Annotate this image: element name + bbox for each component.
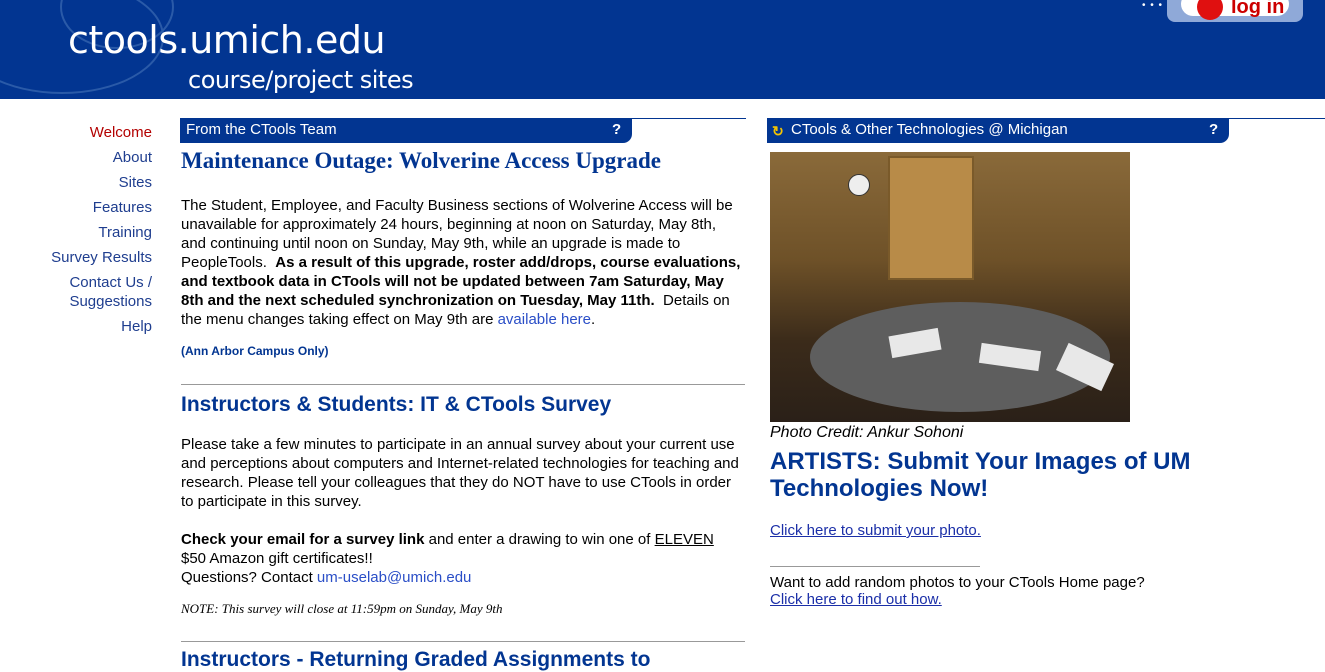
portlet-header-technologies: ↻ CTools & Other Technologies @ Michigan… (767, 118, 1229, 143)
article-body: Please take a few minutes to participate… (181, 436, 739, 510)
photo-column: Photo Credit: Ankur Sohoni ARTISTS: Subm… (770, 152, 1210, 609)
find-out-how-link[interactable]: Click here to find out how. (770, 591, 942, 608)
email-link[interactable]: um-uselab@umich.edu (317, 569, 471, 586)
login-pill[interactable]: log in (1181, 0, 1289, 20)
article-text: . (591, 311, 596, 328)
portlet-title: From the CTools Team (186, 121, 337, 138)
help-icon[interactable]: ? (612, 121, 621, 138)
article-underline-text: ELEVEN (654, 531, 714, 548)
article-title: Instructors - Returning Graded Assignmen… (181, 648, 651, 671)
campus-note: (Ann Arbor Campus Only) (181, 344, 329, 358)
photo-clock (848, 174, 870, 196)
portlet-header-ctools-team: From the CTools Team ? (180, 118, 632, 143)
article-title: Instructors & Students: IT & CTools Surv… (181, 393, 612, 416)
article-text: and enter a drawing to win one of (428, 531, 651, 548)
artists-heading: ARTISTS: Submit Your Images of UM Techno… (770, 448, 1191, 502)
photo-window (888, 156, 974, 280)
site-subtitle: course/project sites (188, 66, 414, 94)
article-body: Check your email for a survey link and e… (181, 530, 741, 587)
article-bold-text: Check your email for a survey link (181, 531, 425, 548)
article-text: Questions? Contact (181, 569, 313, 586)
left-nav: Welcome About Sites Features Training Su… (0, 120, 152, 339)
nav-help[interactable]: Help (0, 314, 152, 339)
portlet-title: CTools & Other Technologies @ Michigan (791, 121, 1068, 138)
login-button[interactable]: log in (1167, 0, 1303, 22)
site-header: ctools.umich.edu course/project sites • … (0, 0, 1325, 99)
help-icon[interactable]: ? (1209, 121, 1218, 138)
random-photos-question: Want to add random photos to your CTools… (770, 574, 1145, 591)
power-icon (1197, 0, 1223, 20)
submit-photo-link[interactable]: Click here to submit your photo. (770, 522, 981, 539)
login-label[interactable]: log in (1231, 0, 1284, 19)
article-body: The Student, Employee, and Faculty Busin… (181, 196, 741, 329)
featured-photo[interactable] (770, 152, 1130, 422)
photo-credit: Photo Credit: Ankur Sohoni (770, 424, 964, 441)
divider (770, 566, 980, 567)
nav-welcome[interactable]: Welcome (0, 120, 152, 145)
divider (181, 384, 745, 385)
divider (181, 641, 745, 642)
article-title: Maintenance Outage: Wolverine Access Upg… (181, 148, 661, 173)
login-dots-icon: • • • (1142, 0, 1164, 11)
nav-training[interactable]: Training (0, 220, 152, 245)
article-text: $50 Amazon gift certificates!! (181, 550, 373, 567)
survey-note: NOTE: This survey will close at 11:59pm … (181, 601, 503, 616)
nav-contact-us[interactable]: Contact Us / Suggestions (0, 270, 152, 314)
refresh-icon[interactable]: ↻ (772, 123, 784, 140)
available-here-link[interactable]: available here (498, 311, 591, 328)
site-title: ctools.umich.edu (68, 18, 386, 62)
nav-about[interactable]: About (0, 145, 152, 170)
nav-survey-results[interactable]: Survey Results (0, 245, 152, 270)
nav-features[interactable]: Features (0, 195, 152, 220)
news-column: Maintenance Outage: Wolverine Access Upg… (181, 148, 745, 672)
nav-sites[interactable]: Sites (0, 170, 152, 195)
